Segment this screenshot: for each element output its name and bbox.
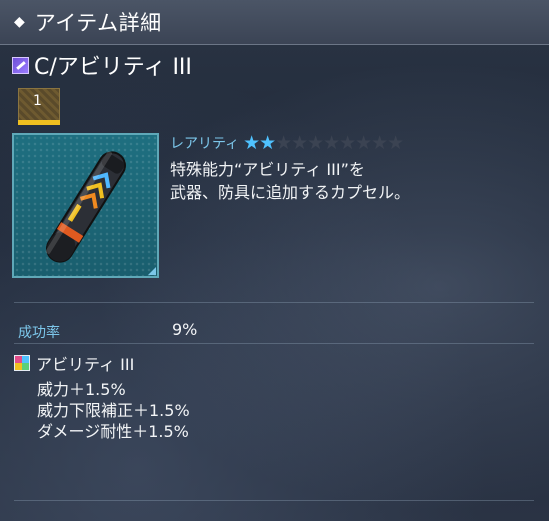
rarity-row: レアリティ ★ ★ ★ ★ ★ ★ ★ ★ ★ ★ <box>170 131 405 154</box>
quantity-value: 1 <box>33 93 42 109</box>
star-empty-icon: ★ <box>371 131 389 154</box>
description-line: 特殊能力“アビリティ III”を <box>170 160 365 179</box>
item-description: 特殊能力“アビリティ III”を 武器、防具に追加するカプセル。 <box>170 158 410 204</box>
quantity-bar <box>18 120 60 125</box>
ability-effect: 威力下限補正＋1.5% <box>37 401 190 420</box>
divider <box>14 343 534 344</box>
ability-effect: 威力＋1.5% <box>37 380 126 399</box>
star-empty-icon: ★ <box>323 131 341 154</box>
divider <box>14 500 534 501</box>
success-rate-label: 成功率 <box>18 325 60 341</box>
capsule-type-icon <box>12 56 29 74</box>
rarity-label: レアリティ <box>170 136 240 152</box>
quantity-badge: 1 <box>18 88 60 125</box>
ability-icon <box>14 355 30 371</box>
ability-effect: ダメージ耐性＋1.5% <box>37 422 189 441</box>
star-empty-icon: ★ <box>291 131 309 154</box>
star-empty-icon: ★ <box>275 131 293 154</box>
diamond-bullet-icon: ◆ <box>14 14 25 30</box>
star-empty-icon: ★ <box>355 131 373 154</box>
star-filled-icon: ★ <box>243 131 261 154</box>
star-empty-icon: ★ <box>339 131 357 154</box>
window-titlebar: ◆ アイテム詳細 <box>0 0 549 45</box>
window-title: アイテム詳細 <box>34 11 162 35</box>
divider <box>14 302 534 303</box>
ability-effects: 威力＋1.5% 威力下限補正＋1.5% ダメージ耐性＋1.5% <box>37 379 190 442</box>
capsule-item-icon <box>45 151 126 263</box>
star-empty-icon: ★ <box>307 131 325 154</box>
star-filled-icon: ★ <box>259 131 277 154</box>
item-icon-frame[interactable] <box>12 133 159 278</box>
description-line: 武器、防具に追加するカプセル。 <box>170 183 411 202</box>
star-empty-icon: ★ <box>387 131 405 154</box>
item-name: C/アビリティ III <box>34 55 192 80</box>
rarity-stars: ★ ★ ★ ★ ★ ★ ★ ★ ★ ★ <box>243 131 405 154</box>
icon-corner-marker <box>148 267 156 275</box>
success-rate-value: 9% <box>172 320 198 339</box>
ability-row: アビリティ III <box>14 351 134 375</box>
item-name-row: C/アビリティ III <box>12 50 192 80</box>
ability-name: アビリティ III <box>36 355 135 374</box>
